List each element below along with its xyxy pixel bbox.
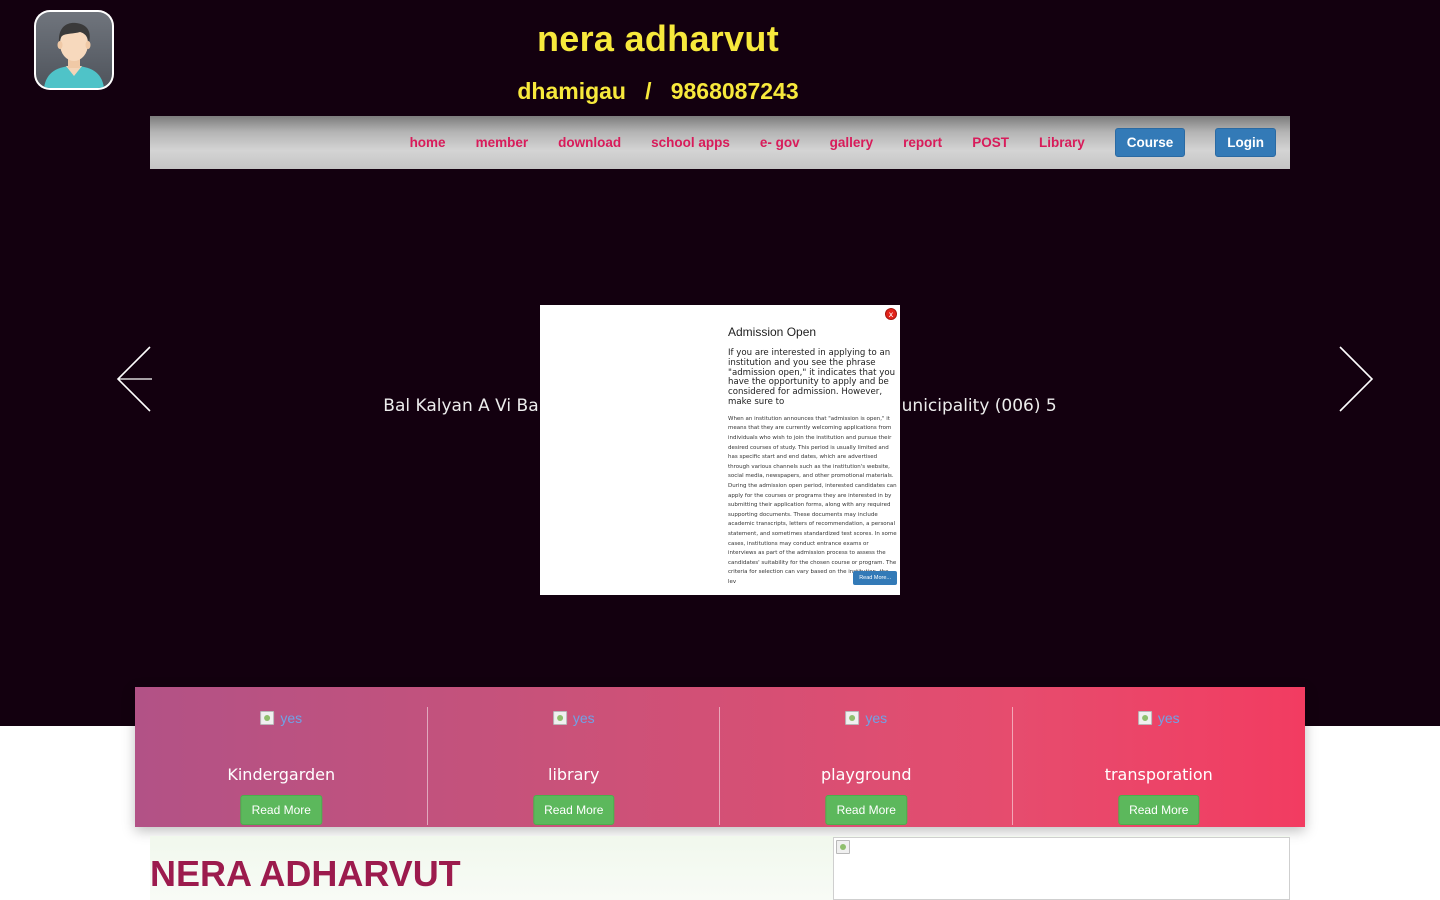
- feature-image-alt: yes: [572, 710, 595, 726]
- popup-body: When an institution announces that "admi…: [728, 415, 897, 585]
- popup-lead: If you are interested in applying to an …: [728, 348, 896, 407]
- feature-image-alt: yes: [865, 710, 888, 726]
- site-contact: dhamigau / 9868087243: [0, 78, 1316, 105]
- site-title: nera adharvut: [537, 18, 779, 59]
- feature-title: transporation: [1104, 765, 1213, 784]
- feature-title: library: [548, 765, 600, 784]
- nav-link-home[interactable]: home: [410, 135, 446, 150]
- read-more-button[interactable]: Read More: [533, 795, 615, 825]
- admission-popup: x Admission Open If you are interested i…: [540, 305, 900, 595]
- read-more-button[interactable]: Read More: [240, 795, 322, 825]
- popup-title: Admission Open: [728, 325, 817, 339]
- course-button[interactable]: Course: [1114, 128, 1186, 157]
- feature-title: Kindergarden: [227, 765, 336, 784]
- read-more-button[interactable]: Read More: [1118, 795, 1200, 825]
- feature-title: playground: [821, 765, 912, 784]
- broken-image-icon: [1137, 711, 1152, 725]
- broken-image-icon: [845, 711, 860, 725]
- nav-link-download[interactable]: download: [558, 135, 621, 150]
- location-text: dhamigau: [517, 78, 626, 104]
- feature-image-alt: yes: [1157, 710, 1180, 726]
- feature-image: yes: [552, 708, 595, 728]
- feature-image-alt: yes: [280, 710, 303, 726]
- nav-link-library[interactable]: Library: [1039, 135, 1085, 150]
- nav-link-post[interactable]: POST: [972, 135, 1009, 150]
- feature-image: yes: [1137, 708, 1180, 728]
- feature-playground: yes playground Read More: [720, 687, 1013, 827]
- login-button[interactable]: Login: [1215, 128, 1276, 157]
- nav-items: home member download school apps e- gov …: [380, 116, 1276, 169]
- features-strip: yes Kindergarden Read More yes library R…: [135, 687, 1305, 827]
- broken-image-icon: [260, 711, 275, 725]
- nav-link-member[interactable]: member: [476, 135, 529, 150]
- section-heading: NERA ADHARVUT: [150, 853, 461, 894]
- close-icon[interactable]: x: [885, 308, 897, 320]
- nav-link-school-apps[interactable]: school apps: [651, 135, 730, 150]
- feature-image: yes: [845, 708, 887, 728]
- broken-image-icon: [552, 711, 567, 725]
- read-more-button[interactable]: Read More: [825, 795, 907, 825]
- nav-link-e-gov[interactable]: e- gov: [760, 135, 800, 150]
- navbar: home member download school apps e- gov …: [150, 116, 1290, 169]
- feature-transporation: yes transporation Read More: [1013, 687, 1306, 827]
- nav-link-gallery[interactable]: gallery: [830, 135, 874, 150]
- about-image: [833, 837, 1290, 900]
- popup-read-more-button[interactable]: Read More...: [853, 571, 897, 585]
- nav-link-report[interactable]: report: [903, 135, 942, 150]
- broken-image-icon: [836, 840, 850, 854]
- separator: /: [645, 78, 652, 104]
- feature-image: yes: [260, 708, 302, 728]
- feature-library: yes library Read More: [428, 687, 721, 827]
- feature-kindergarden: yes Kindergarden Read More: [135, 687, 428, 827]
- popup-content: Admission Open If you are interested in …: [728, 325, 898, 588]
- phone-number: 9868087243: [670, 78, 799, 104]
